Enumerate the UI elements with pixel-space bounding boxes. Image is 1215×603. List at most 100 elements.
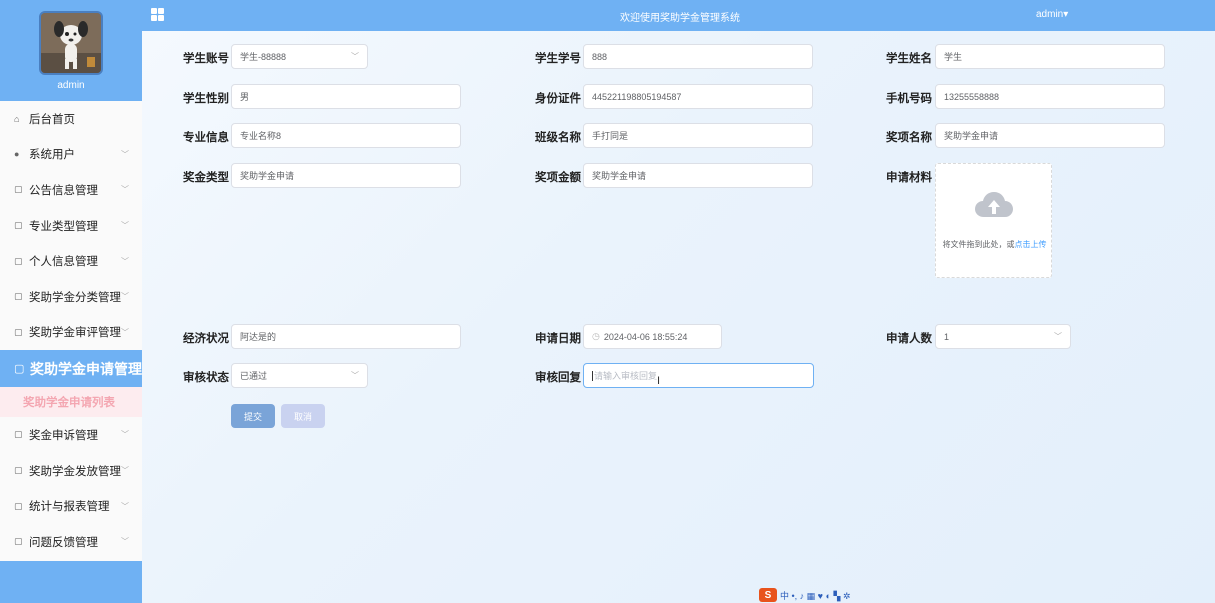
- sidebar-item-statistics[interactable]: ▢ 统计与报表管理 ﹀: [0, 488, 142, 524]
- sidebar-item-disbursement[interactable]: ▢ 奖助学金发放管理 ﹀: [0, 453, 142, 489]
- award-name-label: 奖项名称: [886, 132, 932, 144]
- sogou-logo-icon: S: [759, 588, 777, 602]
- chevron-down-icon: ﹀: [121, 149, 129, 159]
- sidebar-item-label: 奖助学金申请管理: [30, 360, 142, 377]
- sidebar-item-home[interactable]: ⌂ 后台首页: [0, 101, 142, 137]
- document-icon: ▢: [14, 536, 23, 547]
- sidebar-item-feedback[interactable]: ▢ 问题反馈管理 ﹀: [0, 524, 142, 560]
- submenu-item-label: 奖助学金申请列表: [23, 397, 115, 410]
- phone-field[interactable]: 13255558888: [935, 84, 1165, 109]
- student-account-select[interactable]: 学生-88888 ﹀: [231, 44, 368, 69]
- sidebar-item-scholarship-review[interactable]: ▢ 奖助学金审评管理 ﹀: [0, 315, 142, 351]
- award-amount-value: 奖助学金申请: [592, 171, 647, 181]
- award-name-value: 奖助学金申请: [944, 131, 999, 141]
- sidebar-item-label: 统计与报表管理: [29, 501, 110, 514]
- user-profile: admin: [0, 0, 142, 101]
- sidebar-item-scholarship-applications[interactable]: ▢ 奖助学金申请管理: [0, 350, 142, 388]
- clock-icon: ◷: [592, 331, 600, 341]
- page-title: 欢迎使用奖助学金管理系统: [620, 13, 740, 24]
- avatar[interactable]: [39, 11, 103, 75]
- submit-button[interactable]: 提交: [231, 404, 275, 428]
- document-icon: ▢: [14, 363, 25, 376]
- award-type-value: 奖助学金申请: [240, 171, 295, 181]
- student-account-value: 学生-88888: [240, 52, 287, 62]
- award-name-field[interactable]: 奖助学金申请: [935, 123, 1165, 148]
- sidebar-item-appeals[interactable]: ▢ 奖金申诉管理 ﹀: [0, 417, 142, 453]
- student-id-value: 888: [592, 51, 608, 62]
- sidebar-item-label: 问题反馈管理: [29, 536, 98, 549]
- sidebar-username: admin: [57, 80, 85, 91]
- document-icon: ▢: [14, 326, 23, 337]
- file-upload-dropzone[interactable]: 将文件拖到此处，或点击上传: [935, 163, 1052, 278]
- chevron-down-icon: ﹀: [121, 430, 129, 440]
- review-status-select[interactable]: 已通过 ﹀: [231, 363, 368, 388]
- sidebar-item-system-users[interactable]: ● 系统用户 ﹀: [0, 137, 142, 173]
- chevron-down-icon: ﹀: [121, 185, 129, 195]
- award-type-field[interactable]: 奖助学金申请: [231, 163, 461, 188]
- sidebar-item-scholarship-categories[interactable]: ▢ 奖助学金分类管理 ﹀: [0, 279, 142, 315]
- student-name-value: 学生: [944, 52, 963, 62]
- gender-field[interactable]: 男: [231, 84, 461, 109]
- student-name-label: 学生姓名: [886, 53, 932, 65]
- user-icon: ●: [14, 149, 20, 160]
- upload-link[interactable]: 点击上传: [1015, 240, 1047, 249]
- economic-field[interactable]: 阿达是的: [231, 324, 461, 349]
- chevron-down-icon: ﹀: [121, 292, 129, 302]
- phone-value: 13255558888: [944, 91, 1000, 102]
- applicants-select[interactable]: 1 ﹀: [935, 324, 1071, 349]
- major-label: 专业信息: [183, 132, 229, 144]
- review-status-label: 审核状态: [183, 372, 229, 384]
- chevron-down-icon: ﹀: [121, 537, 129, 547]
- class-name-value: 手打同是: [592, 131, 629, 141]
- award-amount-field[interactable]: 奖助学金申请: [583, 163, 813, 188]
- document-icon: ▢: [14, 255, 23, 266]
- apply-date-value: 2024-04-06 18:55:24: [603, 331, 688, 342]
- chevron-down-icon: ﹀: [121, 221, 129, 231]
- chevron-down-icon: ﹀: [121, 501, 129, 511]
- dog-avatar-image: [41, 13, 101, 73]
- submenu-item-application-list[interactable]: 奖助学金申请列表: [0, 387, 142, 418]
- sidebar: admin ⌂ 后台首页 ● 系统用户 ﹀ ▢ 公告信息管理 ﹀ ▢ 专业类型管…: [0, 0, 142, 603]
- award-type-label: 奖金类型: [183, 172, 229, 184]
- gender-value: 男: [240, 92, 250, 102]
- application-form: 学生账号 学生-88888 ﹀ 学生学号 888 学生姓名 学生 学生性别 男 …: [142, 31, 1215, 603]
- review-reply-placeholder: 请输入审核回复: [594, 371, 658, 381]
- sidebar-item-announcements[interactable]: ▢ 公告信息管理 ﹀: [0, 172, 142, 208]
- upload-hint-text: 将文件拖到此处，或: [942, 240, 1015, 249]
- document-icon: ▢: [14, 291, 23, 302]
- user-dropdown[interactable]: admin▾: [1036, 9, 1068, 20]
- sidebar-item-majors[interactable]: ▢ 专业类型管理 ﹀: [0, 208, 142, 244]
- sidebar-item-label: 后台首页: [29, 113, 75, 126]
- student-id-field[interactable]: 888: [583, 44, 813, 69]
- menu-toggle-grid-icon[interactable]: [151, 8, 164, 21]
- sidebar-item-label: 个人信息管理: [29, 256, 98, 269]
- document-icon: ▢: [14, 184, 23, 195]
- ime-toolbar[interactable]: S 中 •, ♪ ▦ ♥ ◐ ▚ ✲: [759, 588, 850, 602]
- gender-label: 学生性别: [183, 93, 229, 105]
- major-field[interactable]: 专业名称8: [231, 123, 461, 148]
- document-icon: ▢: [14, 500, 23, 511]
- side-menu: ⌂ 后台首页 ● 系统用户 ﹀ ▢ 公告信息管理 ﹀ ▢ 专业类型管理 ﹀ ▢ …: [0, 101, 142, 561]
- document-icon: ▢: [14, 429, 23, 440]
- phone-label: 手机号码: [886, 93, 932, 105]
- cancel-button[interactable]: 取消: [281, 404, 325, 428]
- id-card-field[interactable]: 445221198805194587: [583, 84, 813, 109]
- student-id-label: 学生学号: [535, 53, 581, 65]
- materials-label: 申请材料: [886, 172, 932, 184]
- review-reply-input[interactable]: 请输入审核回复: [583, 363, 814, 388]
- class-name-field[interactable]: 手打同是: [583, 123, 813, 148]
- applicants-label: 申请人数: [886, 333, 932, 345]
- apply-date-picker[interactable]: ◷ 2024-04-06 18:55:24: [583, 324, 722, 349]
- sidebar-item-label: 奖助学金发放管理: [29, 465, 121, 478]
- student-name-field[interactable]: 学生: [935, 44, 1165, 69]
- sidebar-item-label: 系统用户: [29, 149, 75, 162]
- review-reply-label: 审核回复: [535, 372, 581, 384]
- sidebar-item-label: 奖助学金分类管理: [29, 291, 121, 304]
- ime-tools: 中 •, ♪ ▦ ♥ ◐ ▚ ✲: [780, 590, 851, 601]
- chevron-down-icon: ﹀: [351, 371, 359, 380]
- economic-label: 经济状况: [183, 333, 229, 345]
- upload-hint: 将文件拖到此处，或点击上传: [936, 239, 1053, 250]
- home-icon: ⌂: [14, 113, 20, 124]
- sidebar-item-personal-info[interactable]: ▢ 个人信息管理 ﹀: [0, 243, 142, 279]
- chevron-down-icon: ﹀: [121, 256, 129, 266]
